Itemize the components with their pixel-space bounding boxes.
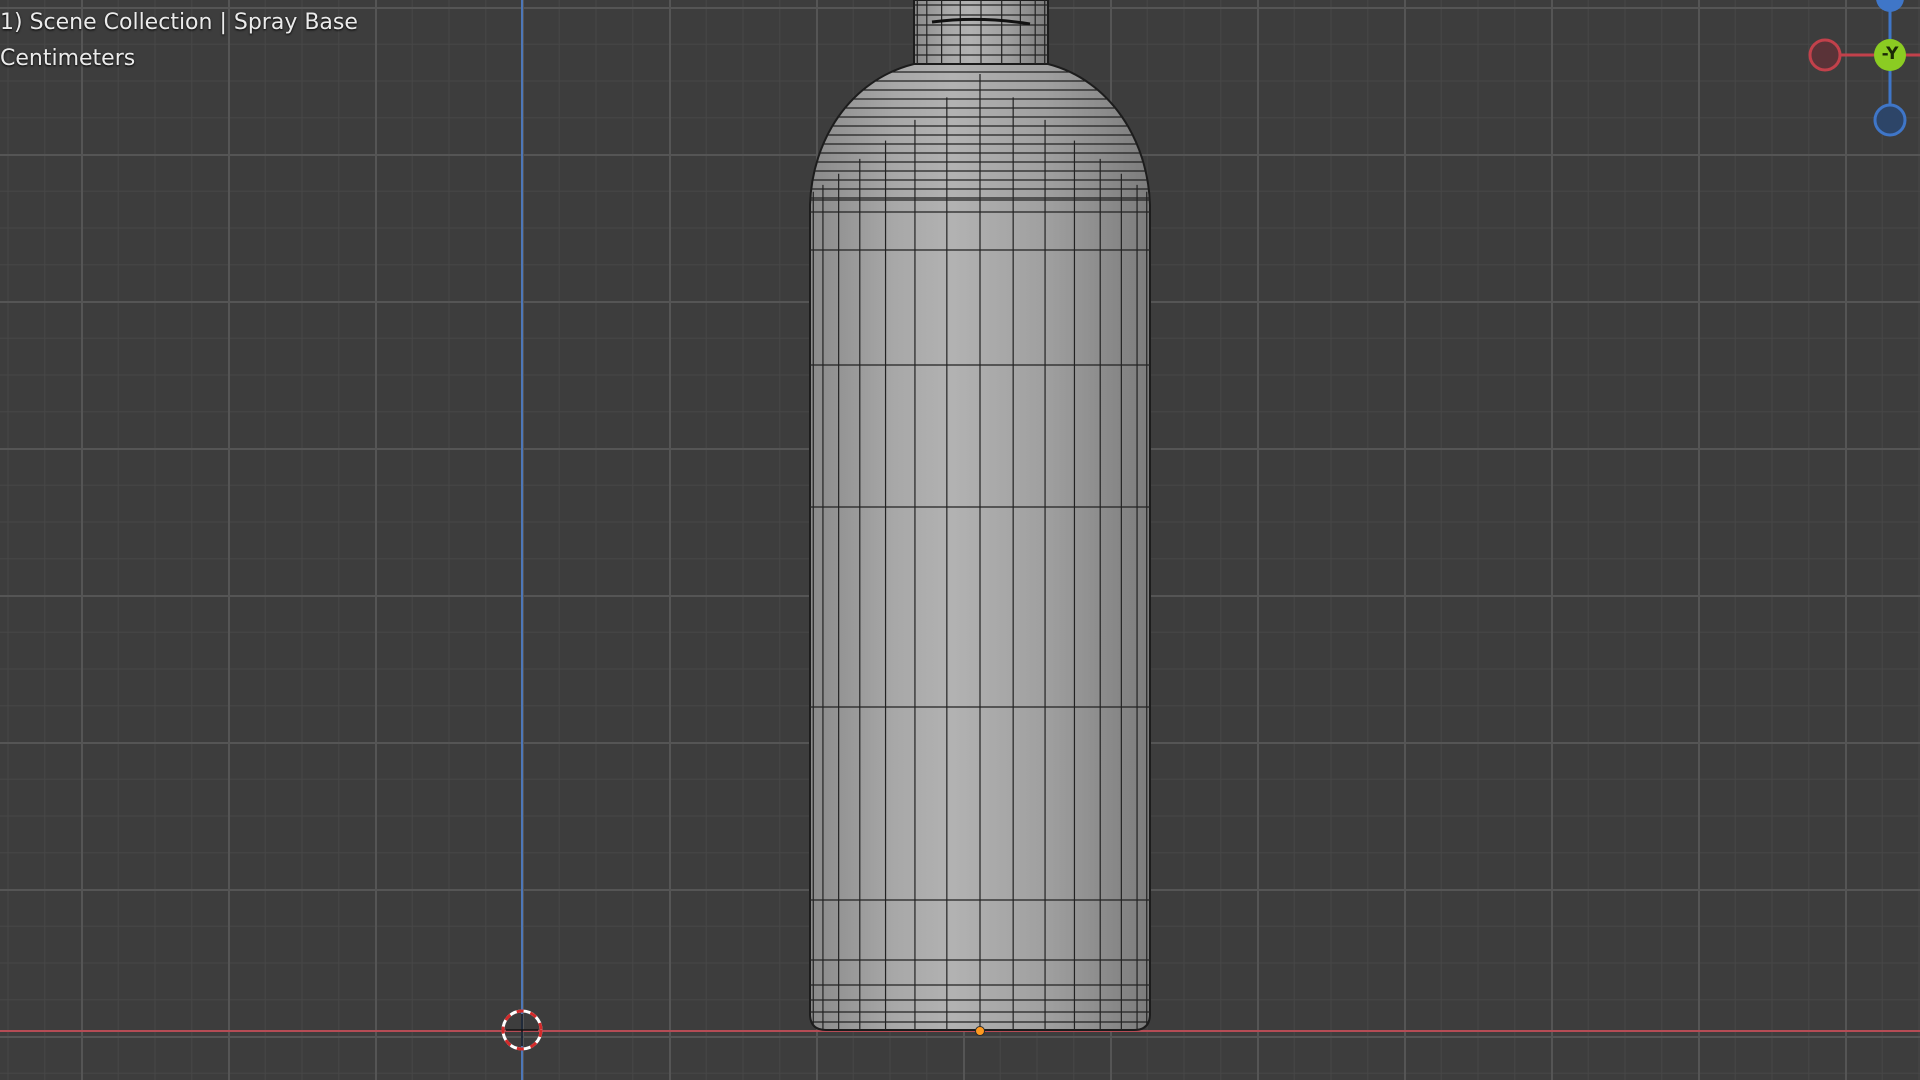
gizmo-neg-x-icon[interactable]	[1808, 38, 1842, 72]
mesh-canvas	[501, 0, 1155, 1051]
object-origin-icon	[975, 1026, 985, 1036]
gizmo-neg-z-icon[interactable]	[1873, 103, 1907, 137]
3d-cursor-icon[interactable]	[501, 1009, 543, 1051]
bottle-mesh[interactable]	[805, 0, 1155, 1036]
gizmo-y-label: -Y	[1881, 44, 1899, 64]
units-label: Centimeters	[0, 46, 136, 71]
3d-viewport[interactable]: 1) Scene Collection | Spray Base Centime…	[0, 0, 1920, 1080]
gizmo-z-up-icon[interactable]	[1876, 0, 1904, 12]
scene-collection-label: 1) Scene Collection | Spray Base	[0, 10, 358, 35]
navigation-gizmo-icon[interactable]: -Y	[1800, 0, 1920, 140]
